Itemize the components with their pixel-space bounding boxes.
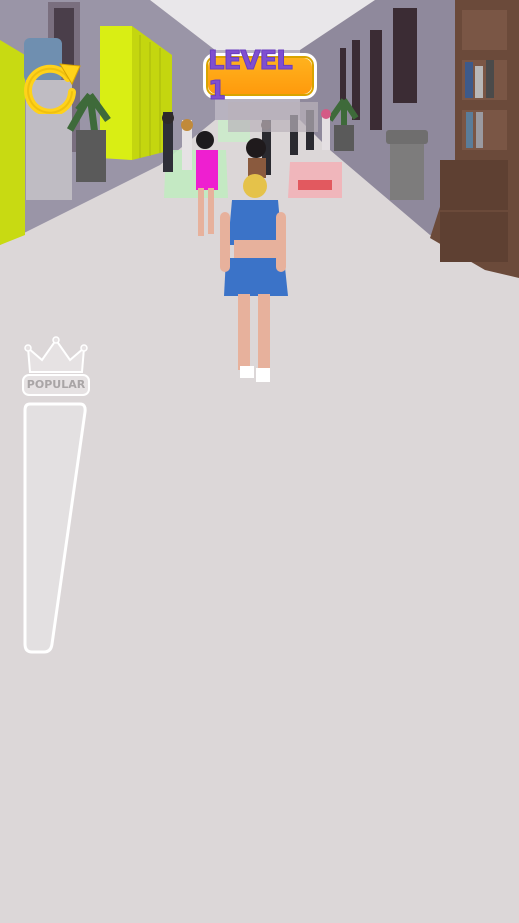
popular-indicator: POPULAR xyxy=(22,336,90,398)
level-badge-inner: LEVEL 1 xyxy=(208,46,312,107)
crown-icon xyxy=(24,336,88,373)
restart-button[interactable] xyxy=(20,56,82,117)
level-badge: LEVEL 1 xyxy=(203,46,317,107)
trash-bin xyxy=(386,130,428,200)
popularity-meter xyxy=(23,402,87,654)
level-label: LEVEL 1 xyxy=(208,46,294,107)
restart-icon xyxy=(24,63,81,117)
popular-label: POPULAR xyxy=(22,374,90,396)
